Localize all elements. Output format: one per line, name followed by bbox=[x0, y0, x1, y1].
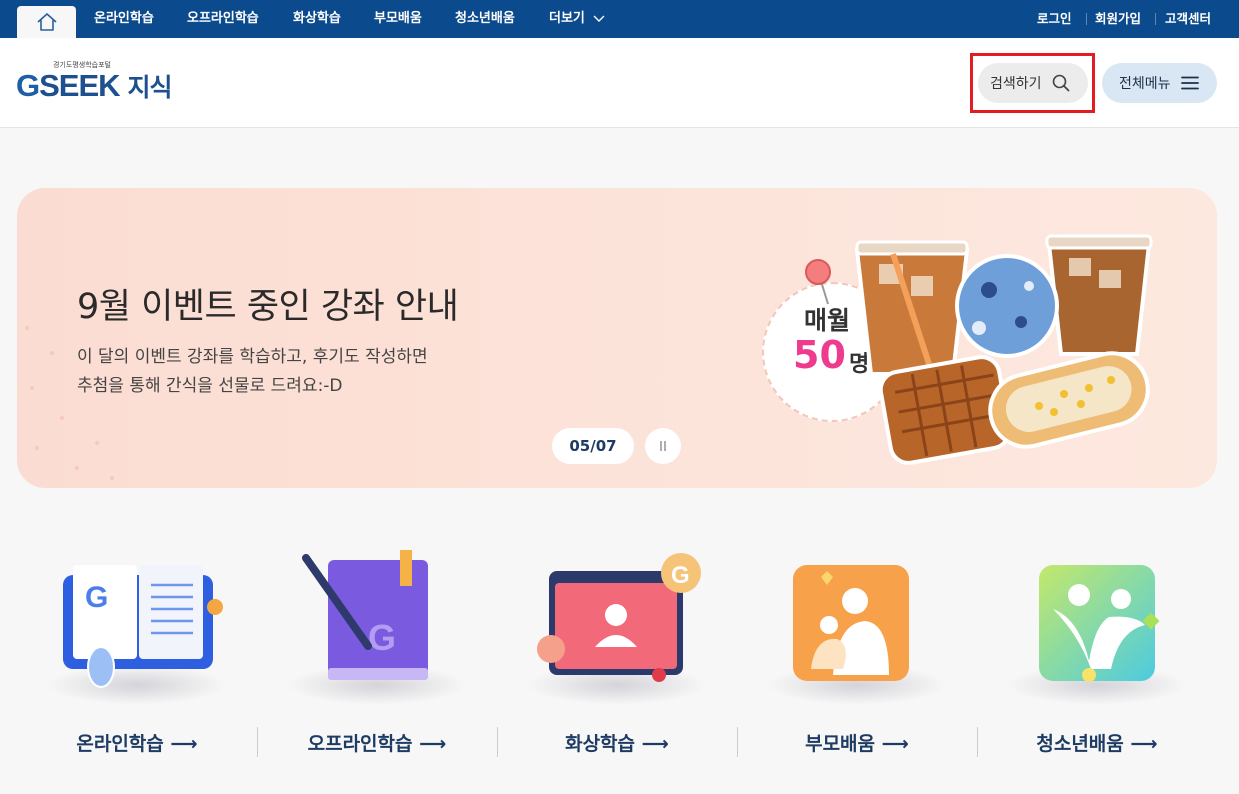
nav-online-learning[interactable]: 온라인학습 bbox=[94, 0, 154, 38]
nav-youth-learning[interactable]: 청소년배움 bbox=[455, 0, 515, 38]
top-navigation: 온라인학습 오프라인학습 화상학습 부모배움 청소년배움 더보기 로그인 회원가… bbox=[0, 0, 1239, 38]
open-book-icon: G bbox=[63, 565, 223, 688]
login-link[interactable]: 로그인 bbox=[1037, 0, 1072, 38]
search-icon bbox=[1052, 74, 1069, 92]
svg-text:G: G bbox=[85, 581, 108, 614]
category-youth-learning[interactable]: 청소년배움 ⟶ bbox=[977, 545, 1217, 775]
home-icon bbox=[36, 13, 57, 31]
banner-description: 이 달의 이벤트 강좌를 학습하고, 후기도 작성하면 추첨을 통해 간식을 선… bbox=[77, 347, 428, 396]
svg-text:G: G bbox=[671, 562, 690, 589]
snack-illustration bbox=[854, 234, 1153, 465]
search-button-label: 검색하기 bbox=[990, 76, 1042, 92]
event-banner[interactable]: 9월 이벤트 중인 강좌 안내 이 달의 이벤트 강좌를 학습하고, 후기도 작… bbox=[17, 188, 1217, 488]
hamburger-icon bbox=[1180, 76, 1199, 90]
category-label-text: 온라인학습 bbox=[76, 733, 164, 755]
logo-jisik: 지식 bbox=[127, 73, 173, 102]
category-label: 부모배움 ⟶ bbox=[737, 729, 977, 756]
book-pencil-icon: G bbox=[302, 550, 428, 680]
arrow-right-icon: ⟶ bbox=[641, 733, 669, 755]
dot-pattern bbox=[25, 326, 114, 480]
pause-button[interactable] bbox=[645, 428, 681, 464]
nav-video-learning[interactable]: 화상학습 bbox=[293, 0, 341, 38]
arrow-right-icon: ⟶ bbox=[881, 733, 909, 755]
arrow-right-icon: ⟶ bbox=[170, 733, 198, 755]
pause-icon bbox=[660, 441, 666, 451]
banner-title: 9월 이벤트 중인 강좌 안내 bbox=[77, 287, 459, 327]
category-label-text: 화상학습 bbox=[565, 733, 636, 755]
nav-offline-learning[interactable]: 오프라인학습 bbox=[187, 0, 259, 38]
category-label: 청소년배움 ⟶ bbox=[977, 729, 1217, 756]
category-video-learning[interactable]: G 화상학습 ⟶ bbox=[497, 545, 737, 775]
nav-more-label: 더보기 bbox=[549, 11, 585, 26]
arrow-right-icon: ⟶ bbox=[419, 733, 447, 755]
category-parent-learning[interactable]: 부모배움 ⟶ bbox=[737, 545, 977, 775]
arrow-right-icon: ⟶ bbox=[1130, 733, 1158, 755]
promo-monthly: 매월 bbox=[804, 306, 851, 335]
signup-link[interactable]: 회원가입 bbox=[1095, 0, 1141, 38]
promo-number: 50 bbox=[793, 333, 846, 377]
category-online-learning[interactable]: G 온라인학습 ⟶ bbox=[17, 545, 257, 775]
category-label: 오프라인학습 ⟶ bbox=[257, 729, 497, 756]
video-screen-icon: G bbox=[537, 553, 701, 682]
svg-text:G: G bbox=[368, 617, 396, 658]
logo-seek: SEEK bbox=[39, 68, 120, 103]
divider bbox=[1086, 13, 1087, 25]
search-button[interactable]: 검색하기 bbox=[978, 63, 1088, 103]
category-offline-learning[interactable]: G 오프라인학습 ⟶ bbox=[257, 545, 497, 775]
logo-wordmark: GSEEK 지식 bbox=[16, 68, 173, 104]
parent-child-icon bbox=[793, 565, 909, 681]
home-button[interactable] bbox=[17, 6, 76, 38]
category-label: 온라인학습 ⟶ bbox=[17, 729, 257, 756]
divider bbox=[1155, 13, 1156, 25]
category-label: 화상학습 ⟶ bbox=[497, 729, 737, 756]
nav-more[interactable]: 더보기 bbox=[549, 0, 605, 38]
customer-center-link[interactable]: 고객센터 bbox=[1165, 0, 1211, 38]
site-header: 경기도평생학습포털 GSEEK 지식 검색하기 전체메뉴 bbox=[0, 38, 1239, 128]
all-menu-button[interactable]: 전체메뉴 bbox=[1102, 63, 1217, 103]
category-label-text: 청소년배움 bbox=[1036, 733, 1124, 755]
nav-parent-learning[interactable]: 부모배움 bbox=[374, 0, 422, 38]
logo-g: G bbox=[16, 68, 40, 103]
category-label-text: 오프라인학습 bbox=[307, 733, 413, 755]
youth-figures-icon bbox=[1039, 565, 1160, 682]
chevron-down-icon bbox=[593, 15, 605, 22]
all-menu-label: 전체메뉴 bbox=[1119, 76, 1171, 92]
category-label-text: 부모배움 bbox=[805, 733, 876, 755]
slide-counter: 05/07 bbox=[552, 428, 634, 464]
